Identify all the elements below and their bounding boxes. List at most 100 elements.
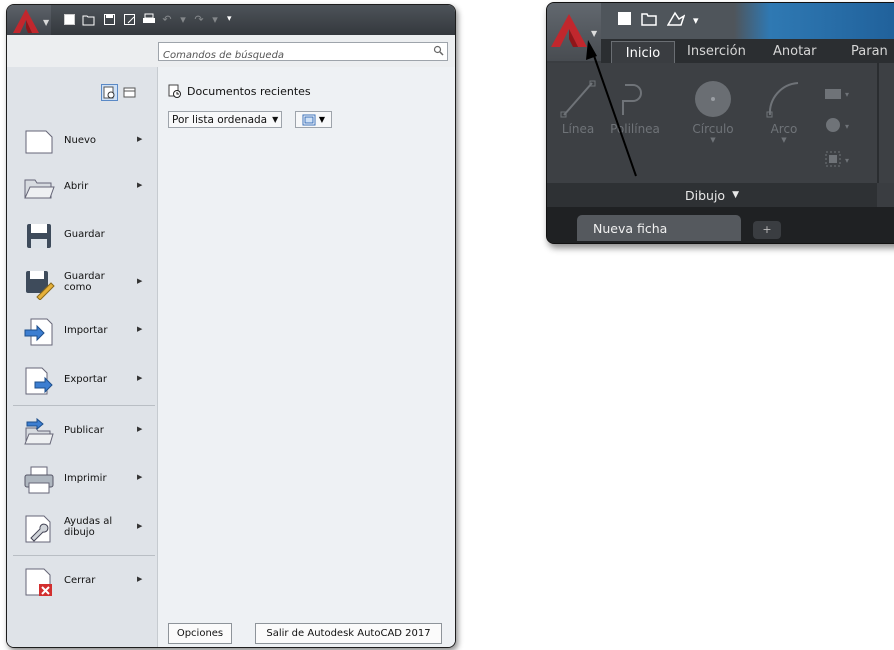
printer-icon <box>24 466 54 494</box>
tool-polilinea[interactable]: Polilínea <box>607 79 663 136</box>
quick-access-toolbar: ▾ <box>617 11 699 30</box>
tool-label: Línea <box>561 122 595 136</box>
new-tab-button[interactable]: + <box>753 221 781 239</box>
undo-icon[interactable]: ↶ <box>161 11 173 27</box>
submenu-arrow-icon: ▶ <box>137 522 143 530</box>
region-icon: ▾ <box>825 151 849 167</box>
file-tab-bar: Nueva ficha + <box>547 207 894 243</box>
menu-item-label: Guardar como <box>64 271 105 293</box>
redo-icon[interactable]: ↷ <box>193 11 205 27</box>
recent-documents-icon[interactable] <box>101 84 118 101</box>
tool-linea[interactable]: Línea <box>553 79 603 136</box>
menu-item-exportar[interactable]: Exportar ▶ <box>7 359 157 403</box>
menu-item-nuevo[interactable]: Nuevo ▶ <box>7 120 157 164</box>
redo-dropdown-icon[interactable]: ▾ <box>209 11 221 27</box>
tool-circulo[interactable]: Círculo ▼ <box>685 79 741 144</box>
print-icon[interactable] <box>141 11 157 27</box>
tab-parametrico[interactable]: Paran <box>851 44 888 59</box>
submenu-arrow-icon: ▶ <box>137 181 143 189</box>
svg-text:▾: ▾ <box>845 122 849 131</box>
chevron-down-icon: ▼ <box>781 136 787 144</box>
exit-autocad-button[interactable]: Salir de Autodesk AutoCAD 2017 <box>255 623 442 644</box>
submenu-arrow-icon: ▶ <box>137 277 143 285</box>
submenu-arrow-icon: ▶ <box>137 374 143 382</box>
tab-insercion[interactable]: Inserción <box>687 44 746 59</box>
chevron-down-icon: ▼ <box>318 115 326 124</box>
chevron-down-icon: ▼ <box>710 136 716 144</box>
save-as-icon <box>26 271 55 300</box>
new-document-icon <box>25 130 53 154</box>
menu-item-abrir[interactable]: Abrir ▶ <box>7 166 157 210</box>
polyline-icon <box>622 84 642 115</box>
plot-icon[interactable] <box>666 11 686 30</box>
tool-label: Polilínea <box>610 122 660 136</box>
menu-item-label: Exportar <box>64 374 107 385</box>
menu-item-ayudas-al-dibujo[interactable]: Ayudas al dibujo ▶ <box>7 507 157 551</box>
quick-access-toolbar: ↶ ▾ ↷ ▾ ▾ <box>61 11 232 27</box>
undo-dropdown-icon[interactable]: ▾ <box>177 11 189 27</box>
magnifier-icon[interactable] <box>433 45 444 56</box>
menu-item-label: Imprimir <box>64 473 107 484</box>
tool-arco[interactable]: Arco ▼ <box>761 79 807 144</box>
submenu-arrow-icon: ▶ <box>137 575 143 583</box>
open-icon[interactable] <box>81 11 97 27</box>
save-icon[interactable] <box>101 11 117 27</box>
menu-item-label: Cerrar <box>64 575 96 586</box>
ribbon-panel-dibujo: Línea Polilínea Círculo ▼ Arco ▼ ▾ ▾ ▾ <box>547 63 894 183</box>
menu-item-guardar-como[interactable]: Guardar como ▶ <box>7 262 157 306</box>
drawing-utilities-icon <box>25 515 51 543</box>
menu-item-cerrar[interactable]: Cerrar ▶ <box>7 560 157 604</box>
arc-icon <box>766 82 799 118</box>
rectangle-icon: ▾ <box>825 89 849 99</box>
ribbon-view: ▼ ▾ Inicio Inserción Anotar Paran Línea … <box>546 2 894 244</box>
save-as-icon[interactable] <box>121 11 137 27</box>
menu-separator <box>13 405 155 406</box>
display-mode-dropdown[interactable]: ▼ <box>295 111 332 128</box>
submenu-arrow-icon: ▶ <box>137 135 143 143</box>
open-folder-icon <box>24 179 55 199</box>
sort-order-dropdown[interactable]: Por lista ordenada ▼ <box>168 111 283 128</box>
recent-documents-pane: Documentos recientes Por lista ordenada … <box>157 67 455 647</box>
menu-item-label: Guardar <box>64 229 105 240</box>
submenu-arrow-icon: ▶ <box>137 473 143 481</box>
open-icon[interactable] <box>641 11 659 30</box>
tool-label: Arco <box>770 122 798 136</box>
tool-rectangle[interactable]: ▾ <box>823 83 853 106</box>
file-tab-nueva-ficha[interactable]: Nueva ficha <box>577 215 741 241</box>
menu-item-label: Ayudas al dibujo <box>64 516 113 538</box>
tool-region[interactable]: ▾ <box>823 149 853 172</box>
chevron-down-icon: ▼ <box>43 18 50 27</box>
tab-inicio[interactable]: Inicio <box>611 41 675 64</box>
menu-item-label: Nuevo <box>64 135 97 146</box>
search-box <box>158 42 448 63</box>
menu-item-guardar[interactable]: Guardar <box>7 214 157 258</box>
application-button[interactable]: ▼ <box>7 5 51 39</box>
search-input[interactable] <box>159 48 428 63</box>
recent-documents-header: Documentos recientes <box>168 84 311 98</box>
panel-title-dibujo[interactable]: Dibujo ▼ <box>547 183 877 207</box>
menu-item-label: Publicar <box>64 425 104 436</box>
new-icon[interactable] <box>61 11 77 27</box>
new-icon[interactable] <box>617 11 633 30</box>
menu-item-publicar[interactable]: Publicar ▶ <box>7 410 157 454</box>
close-document-icon <box>25 568 52 596</box>
chevron-down-icon: ▼ <box>732 190 739 200</box>
tool-hatch[interactable]: ▾ <box>823 115 853 138</box>
recent-documents-icon <box>168 84 181 98</box>
display-mode-icon <box>302 114 316 125</box>
application-button[interactable]: ▼ <box>547 3 601 61</box>
customize-toolbar-icon[interactable]: ▾ <box>227 14 232 24</box>
chevron-down-icon: ▼ <box>272 115 279 124</box>
menu-item-label: Abrir <box>64 181 89 192</box>
tool-label: Círculo <box>692 122 734 136</box>
menu-item-imprimir[interactable]: Imprimir ▶ <box>7 458 157 502</box>
tab-anotar[interactable]: Anotar <box>773 44 817 59</box>
import-icon <box>24 318 53 346</box>
customize-toolbar-icon[interactable]: ▾ <box>693 14 699 27</box>
menu-item-importar[interactable]: Importar ▶ <box>7 310 157 354</box>
autocad-logo-icon <box>13 9 39 33</box>
view-toggles <box>101 84 138 101</box>
options-button[interactable]: Opciones <box>168 623 232 644</box>
autocad-logo-icon <box>551 14 587 47</box>
open-documents-icon[interactable] <box>121 84 138 101</box>
